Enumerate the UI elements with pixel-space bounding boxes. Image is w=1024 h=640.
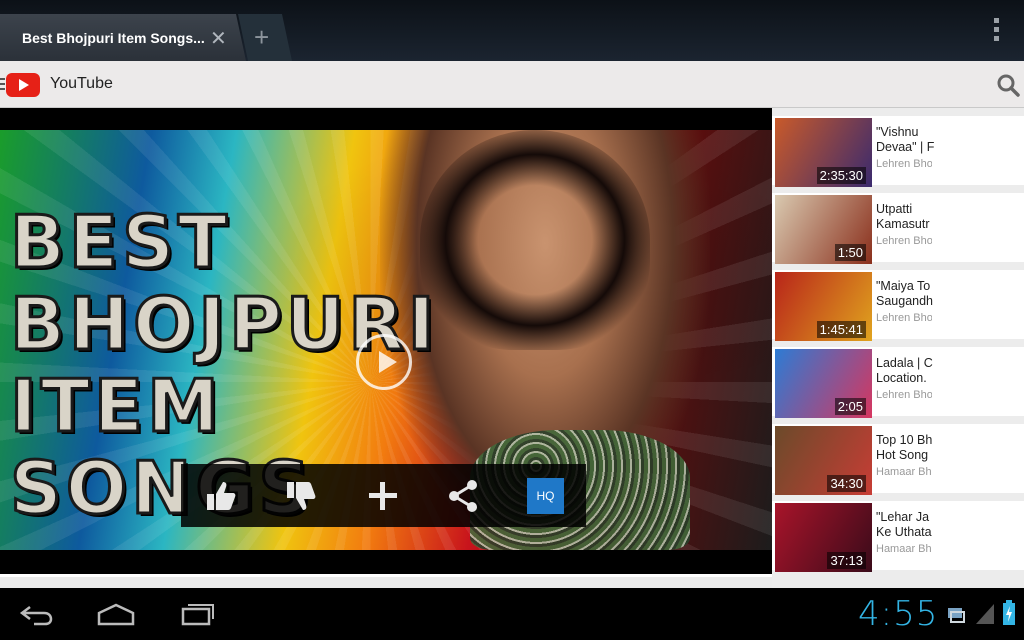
- new-tab-button[interactable]: +: [238, 14, 292, 61]
- video-thumbnail[interactable]: 2:05: [775, 349, 872, 418]
- browser-tab[interactable]: Best Bhojpuri Item Songs... ✕: [0, 14, 246, 61]
- video-title[interactable]: Top 10 Bh Hot Song: [876, 433, 936, 463]
- like-icon[interactable]: [203, 478, 239, 514]
- tab-title: Best Bhojpuri Item Songs...: [22, 30, 205, 46]
- youtube-logo-icon[interactable]: [6, 73, 40, 97]
- youtube-header: YouTube: [0, 61, 1024, 108]
- close-tab-icon[interactable]: ✕: [210, 26, 227, 51]
- overflow-menu-icon[interactable]: [994, 18, 1002, 45]
- related-video-item[interactable]: 34:30 Top 10 Bh Hot Song Hamaar Bh: [772, 424, 1024, 497]
- video-title[interactable]: "Lehar Ja Ke Uthata: [876, 510, 936, 540]
- plus-icon: +: [254, 22, 270, 52]
- sync-icon: [948, 608, 965, 623]
- channel-name: Lehren Bho: [876, 312, 932, 324]
- channel-name: Lehren Bho: [876, 389, 932, 401]
- app-title: YouTube: [50, 75, 113, 92]
- video-duration: 1:45:41: [816, 321, 866, 338]
- video-player[interactable]: BEST BHOJPURI ITEM SONGS HQ: [0, 108, 772, 588]
- video-duration: 37:13: [827, 552, 866, 569]
- related-videos-list: 2:35:30 "Vishnu Devaa" | F Lehren Bho 1:50 Ut…: [772, 108, 1024, 588]
- dislike-icon[interactable]: [283, 478, 319, 514]
- browser-tab-strip: Best Bhojpuri Item Songs... ✕ +: [0, 0, 1024, 61]
- home-icon[interactable]: [96, 602, 136, 626]
- video-thumbnail[interactable]: 34:30: [775, 426, 872, 495]
- video-thumbnail[interactable]: 1:50: [775, 195, 872, 264]
- status-clock: 4:55: [858, 594, 939, 634]
- video-title-line: Top 10 Bh: [876, 433, 933, 447]
- system-nav-bar: 4:55: [0, 588, 1024, 640]
- channel-name: Hamaar Bh: [876, 466, 932, 478]
- video-thumbnail[interactable]: 2:35:30: [775, 118, 872, 187]
- channel-name: Lehren Bho: [876, 235, 932, 247]
- video-title[interactable]: Utpatti Kamasutr: [876, 202, 936, 232]
- video-duration: 2:35:30: [816, 167, 866, 184]
- video-title-line: Ladala | C: [876, 356, 933, 370]
- related-video-item[interactable]: 2:05 Ladala | C Location. Lehren Bho: [772, 347, 1024, 420]
- video-title-line: "Lehar Ja: [876, 510, 930, 524]
- search-icon[interactable]: [996, 73, 1020, 97]
- video-title-line: "Maiya To: [876, 279, 931, 293]
- related-video-item[interactable]: 2:35:30 "Vishnu Devaa" | F Lehren Bho: [772, 116, 1024, 189]
- video-frame[interactable]: BEST BHOJPURI ITEM SONGS HQ: [0, 130, 772, 550]
- overlay-word: ITEM: [9, 363, 223, 450]
- video-title[interactable]: "Maiya To Saugandh: [876, 279, 936, 309]
- video-title[interactable]: Ladala | C Location.: [876, 356, 936, 386]
- hq-toggle-button[interactable]: HQ: [527, 478, 564, 514]
- related-video-item[interactable]: 1:50 Utpatti Kamasutr Lehren Bho: [772, 193, 1024, 266]
- video-actions-bar: HQ: [181, 464, 586, 527]
- video-thumbnail[interactable]: 1:45:41: [775, 272, 872, 341]
- related-video-item[interactable]: 37:13 "Lehar Ja Ke Uthata Hamaar Bh: [772, 501, 1024, 574]
- share-icon[interactable]: [445, 478, 481, 514]
- overlay-word: BEST: [8, 199, 232, 286]
- video-title-line: Kamasutr: [876, 217, 930, 231]
- video-title-line: Hot Song: [876, 448, 929, 462]
- battery-icon: [1003, 600, 1015, 625]
- video-duration: 1:50: [834, 244, 866, 261]
- recent-apps-icon[interactable]: [180, 600, 216, 626]
- video-duration: 34:30: [827, 475, 866, 492]
- video-title[interactable]: "Vishnu Devaa" | F: [876, 125, 936, 155]
- menu-icon[interactable]: [0, 78, 5, 93]
- channel-name: Lehren Bho: [876, 158, 932, 170]
- video-title-line: Location.: [876, 371, 927, 385]
- video-thumbnail[interactable]: 37:13: [775, 503, 872, 572]
- video-title-line: Devaa" | F: [876, 140, 935, 154]
- video-title-line: Utpatti: [876, 202, 913, 216]
- channel-name: Hamaar Bh: [876, 543, 932, 555]
- video-title-line: Ke Uthata: [876, 525, 932, 539]
- video-title-line: Saugandh: [876, 294, 934, 308]
- add-to-playlist-icon[interactable]: [365, 478, 401, 514]
- back-icon[interactable]: [18, 604, 54, 626]
- signal-icon: [976, 604, 994, 624]
- play-button[interactable]: [356, 334, 412, 390]
- video-details-panel: [0, 574, 772, 588]
- video-duration: 2:05: [834, 398, 866, 415]
- video-title-line: "Vishnu: [876, 125, 919, 139]
- related-video-item[interactable]: 1:45:41 "Maiya To Saugandh Lehren Bho: [772, 270, 1024, 343]
